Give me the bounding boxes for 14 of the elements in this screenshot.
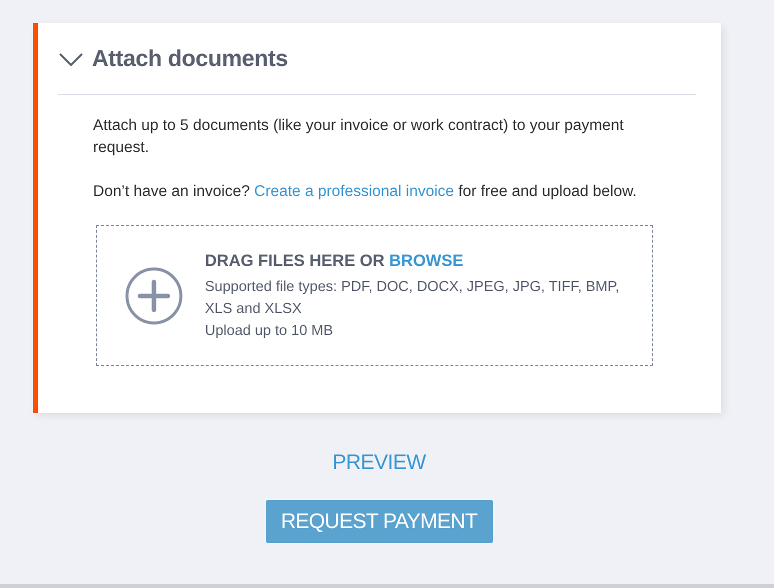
add-circle-icon bbox=[125, 266, 183, 324]
invoice-note: Don’t have an invoice? Create a professional invoice for free and upload below. bbox=[93, 182, 638, 202]
chevron-down-icon bbox=[58, 50, 84, 66]
size-limit-text: Upload up to 10 MB bbox=[204, 322, 334, 340]
file-dropzone[interactable]: DRAG FILES HERE OR BROWSE Supported file types: PDF, DOC, DOCX, JPEG, JPG, TIFF, BMP, XLS and XLSX Upload up to 10 MB bbox=[96, 225, 653, 366]
request-payment-button[interactable]: REQUEST PAYMENT bbox=[266, 500, 492, 543]
preview-link[interactable]: PREVIEW bbox=[332, 451, 426, 475]
intro-text: Attach up to 5 documents (like your invoice or work contract) to your payment request. bbox=[93, 116, 625, 158]
browse-link[interactable]: BROWSE bbox=[389, 252, 464, 270]
collapse-toggle[interactable] bbox=[58, 50, 84, 66]
file-types-text: Supported file types: PDF, DOC, DOCX, JPEG, JPG, TIFF, BMP, XLS and XLSX bbox=[204, 278, 620, 318]
dropzone-heading: DRAG FILES HERE OR BROWSE bbox=[204, 250, 464, 272]
create-invoice-link[interactable]: Create a professional invoice bbox=[254, 183, 454, 200]
section-title: Attach documents bbox=[92, 45, 288, 72]
